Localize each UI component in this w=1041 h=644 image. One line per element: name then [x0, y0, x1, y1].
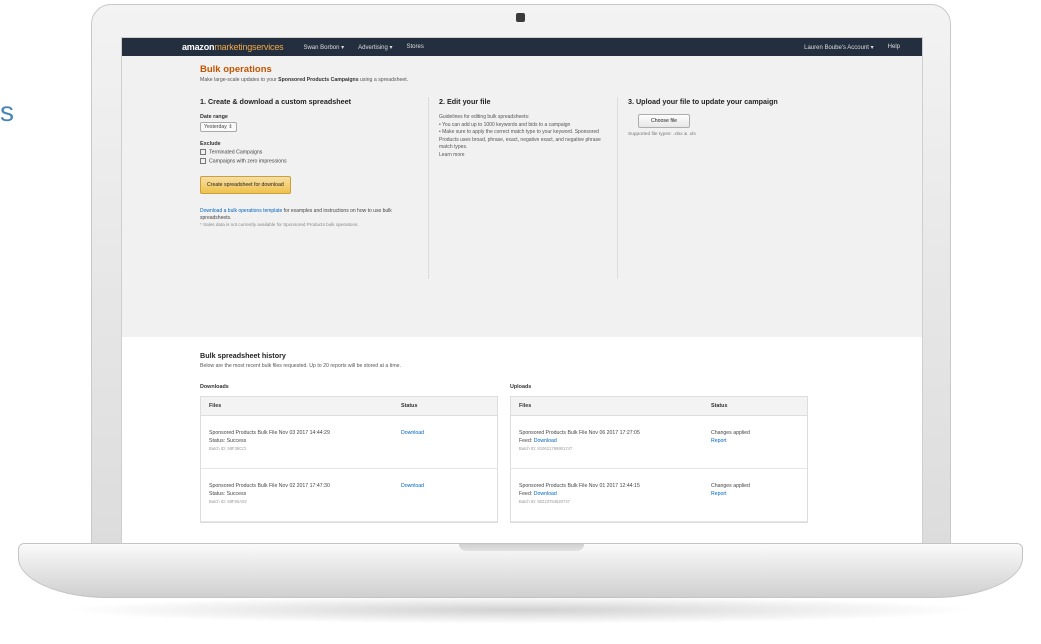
page-title: Bulk operations: [200, 64, 272, 75]
step-3-heading: 3. Upload your file to update your campa…: [628, 97, 778, 106]
feed-line: Feed: Download: [519, 490, 557, 497]
feed-download-link[interactable]: Download: [534, 491, 557, 497]
create-spreadsheet-button[interactable]: Create spreadsheet for download: [200, 175, 291, 194]
laptop-base-notch: [459, 544, 584, 551]
template-info: Download a bulk operations template for …: [200, 207, 392, 221]
batch-id: Batch ID: 58F38CCI: [209, 446, 247, 451]
table-row: Sponsored Products Bulk File Nov 06 2017…: [511, 416, 807, 469]
page-subtitle: Make large-scale updates to your Sponsor…: [200, 77, 409, 83]
laptop-lid: amazonmarketingservices Swan Borbon ▾ Ad…: [91, 4, 951, 550]
bulk-history-section: Bulk spreadsheet history Below are the m…: [122, 337, 922, 523]
guideline-match-types: • Make sure to apply the correct match t…: [439, 129, 601, 150]
table-header: Files Status: [201, 397, 497, 416]
exclude-label: Exclude: [200, 141, 221, 147]
learn-more-link[interactable]: Learn more: [439, 152, 609, 160]
guideline-keywords: • You can add up to 1000 keywords and bi…: [439, 121, 571, 128]
table-header: Files Status: [511, 397, 807, 416]
amazon-marketing-services-logo[interactable]: amazonmarketingservices: [182, 42, 284, 52]
files-column-header: Files: [209, 403, 222, 409]
upload-status: Changes applied: [711, 430, 750, 436]
bulk-operations-panel: Bulk operations Make large-scale updates…: [122, 56, 922, 337]
nav-advertising-menu[interactable]: Advertising ▾: [358, 44, 392, 51]
table-row: Sponsored Products Bulk File Nov 03 2017…: [201, 416, 497, 469]
file-name: Sponsored Products Bulk File Nov 02 2017…: [209, 483, 330, 489]
report-link[interactable]: Report: [711, 438, 807, 446]
batch-id: Batch ID: 80223784620747: [519, 499, 570, 504]
files-column-header: Files: [519, 403, 532, 409]
laptop-shadow: [60, 596, 981, 624]
status-column-header: Status: [711, 403, 728, 409]
download-link[interactable]: Download: [401, 483, 424, 489]
batch-id: Batch ID: 810621769901747: [519, 446, 573, 451]
batch-id: Batch ID: 58F50A02: [209, 499, 247, 504]
file-name: Sponsored Products Bulk File Nov 06 2017…: [519, 430, 640, 436]
downloads-section: Downloads Files Status Sponsored Product…: [200, 384, 510, 523]
nav-help-link[interactable]: Help: [888, 44, 900, 50]
upload-status: Changes applied: [711, 483, 750, 489]
nav-brand-menu[interactable]: Swan Borbon ▾: [303, 44, 344, 51]
history-subtitle: Below are the most recent bulk files req…: [200, 363, 401, 369]
step-3-column: 3. Upload your file to update your campa…: [618, 97, 828, 279]
laptop-screen: amazonmarketingservices Swan Borbon ▾ Ad…: [122, 38, 922, 546]
download-template-link[interactable]: Download a bulk operations template: [200, 208, 282, 214]
file-name: Sponsored Products Bulk File Nov 03 2017…: [209, 430, 330, 436]
guidelines-intro: Guidelines for editing bulk spreadsheets…: [439, 114, 530, 120]
file-status: Status: Success: [209, 437, 247, 444]
step-1-heading: 1. Create & download a custom spreadshee…: [200, 97, 351, 106]
checkbox-icon: [200, 149, 206, 155]
exclude-zero-impressions-checkbox[interactable]: Campaigns with zero impressions: [200, 158, 420, 165]
nav-account-menu[interactable]: Lauren Boube's Account ▾: [804, 44, 874, 51]
step-2-heading: 2. Edit your file: [439, 97, 491, 106]
date-range-label: Date range: [200, 114, 228, 120]
choose-file-button[interactable]: Choose file: [638, 114, 690, 128]
supported-file-types: Supported file types: .xlsx & .xls: [628, 132, 696, 137]
downloads-title: Downloads: [200, 384, 229, 390]
downloads-table: Files Status Sponsored Products Bulk Fil…: [200, 396, 498, 523]
feed-line: Feed: Download: [519, 437, 557, 444]
uploads-table: Files Status Sponsored Products Bulk Fil…: [510, 396, 808, 523]
report-link[interactable]: Report: [711, 491, 807, 499]
step-1-column: 1. Create & download a custom spreadshee…: [200, 97, 429, 279]
checkbox-icon: [200, 158, 206, 165]
cropped-heading-fragment: s: [0, 96, 14, 127]
file-name: Sponsored Products Bulk File Nov 01 2017…: [519, 483, 640, 489]
exclude-terminated-checkbox[interactable]: Terminated Campaigns: [200, 149, 420, 155]
file-status: Status: Success: [209, 490, 247, 497]
date-range-select[interactable]: Yesterday ⇕: [200, 122, 237, 132]
step-2-column: 2. Edit your file Guidelines for editing…: [429, 97, 618, 279]
uploads-title: Uploads: [510, 384, 532, 390]
nav-stores-link[interactable]: Stores: [407, 44, 424, 50]
download-link[interactable]: Download: [401, 430, 424, 436]
history-heading: Bulk spreadsheet history: [200, 351, 286, 360]
webcam-icon: [516, 13, 525, 22]
table-row: Sponsored Products Bulk File Nov 01 2017…: [511, 469, 807, 522]
status-column-header: Status: [401, 403, 418, 409]
top-navigation-bar: amazonmarketingservices Swan Borbon ▾ Ad…: [122, 38, 922, 56]
laptop-base: [18, 543, 1023, 598]
feed-download-link[interactable]: Download: [534, 438, 557, 444]
uploads-section: Uploads Files Status Sponsored Products …: [510, 384, 810, 523]
sales-data-note: * Sales data is not currently available …: [200, 221, 359, 227]
table-row: Sponsored Products Bulk File Nov 02 2017…: [201, 469, 497, 522]
